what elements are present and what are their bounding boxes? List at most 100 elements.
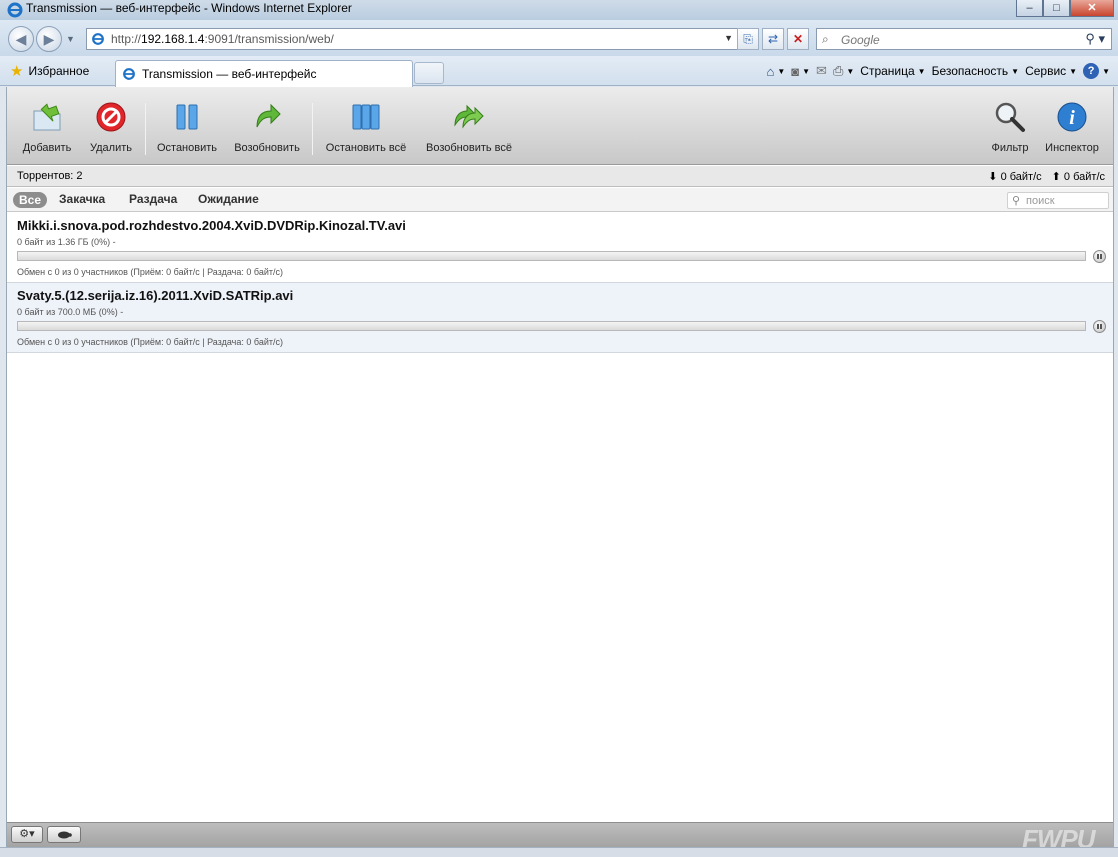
window-controls: – □ ✕ xyxy=(1016,0,1114,17)
help-icon: ? xyxy=(1083,63,1100,79)
torrent-pause-button[interactable] xyxy=(1093,250,1106,263)
favorites-button[interactable]: ★ Избранное xyxy=(6,60,95,82)
home-button[interactable]: ⌂ ▼ xyxy=(766,64,785,79)
resume-arrow-icon xyxy=(256,103,281,128)
add-label: Добавить xyxy=(22,142,72,154)
pause-all-label: Остановить всё xyxy=(325,142,407,154)
torrent-status-bar: Торрентов: 2 ⬇ 0 байт/с ⬆ 0 байт/с xyxy=(7,166,1113,187)
ie-logo-icon xyxy=(7,2,23,18)
filter-tab-downloading[interactable]: Закачка xyxy=(59,192,105,206)
torrent-row[interactable]: Svaty.5.(12.serija.iz.16).2011.XviD.SATR… xyxy=(7,283,1113,353)
pause-button[interactable]: Остановить xyxy=(155,101,219,154)
resume-all-label: Возобновить всё xyxy=(425,142,512,154)
window-titlebar: Transmission — веб-интерфейс - Windows I… xyxy=(0,0,1118,20)
stop-icon: ✕ xyxy=(792,32,804,46)
new-tab-button[interactable] xyxy=(414,62,444,84)
pause-label: Остановить xyxy=(156,142,218,154)
tools-menu[interactable]: Сервис ▼ xyxy=(1025,64,1077,78)
history-dropdown-icon[interactable]: ▼ xyxy=(66,34,75,44)
favorites-label: Избранное xyxy=(28,64,90,78)
resume-all-button[interactable]: Возобновить всё xyxy=(421,101,517,154)
info-icon: i xyxy=(1057,102,1087,132)
page-favicon-icon xyxy=(92,33,104,45)
torrent-progress-text: 0 байт из 700.0 МБ (0%) - xyxy=(17,307,124,317)
filter-tab-all[interactable]: Все xyxy=(13,192,47,208)
tab-row: ★ Избранное Transmission — веб-интерфейс… xyxy=(0,56,1118,87)
speed-indicators: ⬇ 0 байт/с ⬆ 0 байт/с xyxy=(988,170,1105,183)
home-icon: ⌂ xyxy=(766,63,775,79)
refresh-icon: ⇄ xyxy=(767,32,779,46)
torrent-name: Mikki.i.snova.pod.rozhdestvo.2004.XviD.D… xyxy=(17,218,406,233)
resume-button[interactable]: Возобновить xyxy=(233,101,301,154)
back-button[interactable]: ◀ xyxy=(8,26,34,52)
feeds-button[interactable]: ◙ ▼ xyxy=(791,64,810,79)
filter-tab-seeding[interactable]: Раздача xyxy=(129,192,177,206)
mail-button[interactable]: ✉ xyxy=(816,63,827,79)
turtle-icon xyxy=(58,831,72,839)
torrent-count: Торрентов: 2 xyxy=(17,170,83,182)
tab-label: Transmission — веб-интерфейс xyxy=(142,67,317,81)
resume-label: Возобновить xyxy=(234,142,300,154)
torrent-pause-button[interactable] xyxy=(1093,320,1106,333)
tab-favicon-icon xyxy=(123,68,135,80)
close-window-button[interactable]: ✕ xyxy=(1070,0,1114,17)
command-bar: ⌂ ▼ ◙ ▼ ✉ ⎙ ▼ Страница ▼ Безопасность ▼ Серви… xyxy=(766,61,1110,81)
rss-icon: ◙ xyxy=(791,63,800,79)
mail-icon: ✉ xyxy=(816,63,827,78)
torrent-search-placeholder: поиск xyxy=(1026,195,1055,207)
safety-menu[interactable]: Безопасность ▼ xyxy=(932,64,1019,78)
toolbar-separator xyxy=(312,103,313,155)
inspector-label: Инспектор xyxy=(1045,142,1099,154)
help-button[interactable]: ? ▼ xyxy=(1083,63,1110,79)
settings-button[interactable]: ⚙▾ xyxy=(11,826,43,843)
refresh-button[interactable]: ⇄ xyxy=(762,28,784,50)
filter-tab-paused[interactable]: Ожидание xyxy=(198,192,259,206)
torrent-row[interactable]: Mikki.i.snova.pod.rozhdestvo.2004.XviD.D… xyxy=(7,213,1113,283)
search-icon: ⌕ xyxy=(822,32,829,46)
search-icon: ⚲ xyxy=(1012,195,1021,207)
address-dropdown-icon[interactable]: ▼ xyxy=(724,33,733,43)
torrent-progress-text: 0 байт из 1.36 ГБ (0%) - xyxy=(17,237,116,247)
filter-label: Фильтр xyxy=(991,142,1029,154)
resume-all-arrow-icon xyxy=(454,104,484,129)
add-torrent-button[interactable]: Добавить xyxy=(21,101,73,154)
gear-icon: ⚙▾ xyxy=(19,828,35,840)
address-input[interactable]: http://192.168.1.4:9091/transmission/web… xyxy=(86,28,738,50)
print-button[interactable]: ⎙ ▼ xyxy=(833,63,854,79)
svg-text:i: i xyxy=(1069,107,1075,129)
torrent-search-input[interactable]: ⚲ поиск xyxy=(1007,192,1109,209)
upload-speed: ⬆ 0 байт/с xyxy=(1051,171,1105,183)
remove-torrent-button[interactable]: Удалить xyxy=(87,101,135,154)
toolbar-separator xyxy=(145,103,146,155)
torrent-peers-text: Обмен с 0 из 0 участников (Приём: 0 байт… xyxy=(17,267,283,277)
magnifier-icon xyxy=(995,102,1025,132)
upload-arrow-icon: ⬆ xyxy=(1051,171,1061,183)
pause-icon xyxy=(176,104,198,130)
address-url: http://192.168.1.4:9091/transmission/web… xyxy=(111,32,334,46)
pause-all-button[interactable]: Остановить всё xyxy=(323,101,409,154)
back-arrow-icon: ◀ xyxy=(15,31,27,47)
torrent-progress-bar xyxy=(17,251,1086,261)
add-folder-icon xyxy=(33,103,61,131)
search-go-icon[interactable]: ⚲ ▾ xyxy=(1085,31,1105,47)
transmission-toolbar: Добавить Удалить Остановить Возобновить … xyxy=(7,87,1113,165)
page-menu[interactable]: Страница ▼ xyxy=(860,64,925,78)
download-arrow-icon: ⬇ xyxy=(988,171,998,183)
compatibility-view-button[interactable]: ⎘ xyxy=(737,28,759,50)
search-input[interactable]: ⌕ Google ⚲ ▾ xyxy=(816,28,1112,50)
turtle-mode-button[interactable] xyxy=(47,826,81,843)
tab-transmission[interactable]: Transmission — веб-интерфейс xyxy=(115,60,413,87)
remove-label: Удалить xyxy=(90,142,132,154)
maximize-button[interactable]: □ xyxy=(1043,0,1070,17)
printer-icon: ⎙ xyxy=(832,63,844,78)
forward-button[interactable]: ▶ xyxy=(36,26,62,52)
address-toolbar: ◀ ▶ ▼ http://192.168.1.4:9091/transmissi… xyxy=(0,20,1118,56)
pause-all-icon xyxy=(352,104,380,130)
torrent-name: Svaty.5.(12.serija.iz.16).2011.XviD.SATR… xyxy=(17,288,294,303)
stop-button[interactable]: ✕ xyxy=(787,28,809,50)
torrent-peers-text: Обмен с 0 из 0 участников (Приём: 0 байт… xyxy=(17,337,283,347)
minimize-button[interactable]: – xyxy=(1016,0,1043,17)
filter-button[interactable]: Фильтр xyxy=(987,101,1033,154)
torrent-progress-bar xyxy=(17,321,1086,331)
inspector-button[interactable]: i Инспектор xyxy=(1041,101,1103,154)
